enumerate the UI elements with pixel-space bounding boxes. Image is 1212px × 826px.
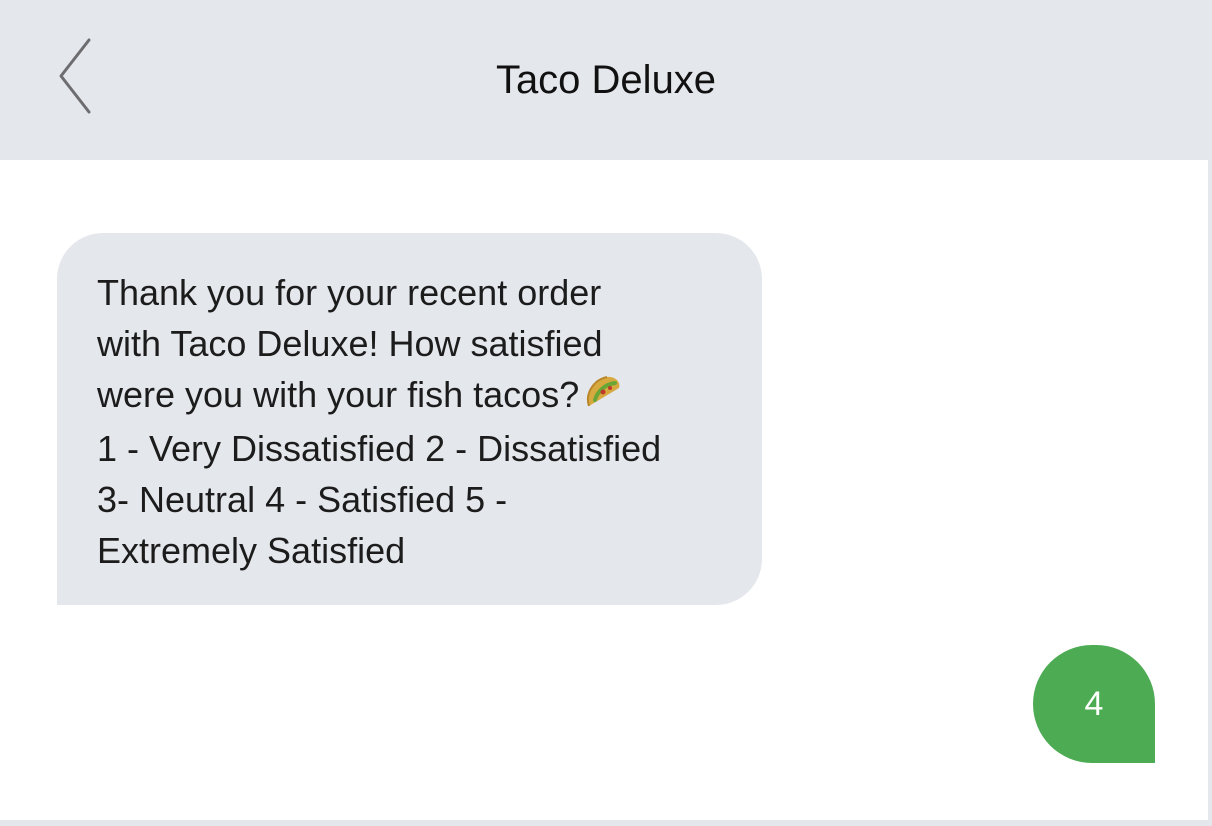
taco-icon	[583, 372, 623, 423]
outgoing-message-text: 4	[1084, 685, 1104, 723]
message-line: Extremely Satisfied	[97, 530, 406, 571]
chevron-left-icon	[55, 34, 95, 123]
outgoing-message-bubble: 4	[1033, 645, 1155, 763]
conversation-title: Taco Deluxe	[495, 58, 717, 102]
message-line: with Taco Deluxe! How satisfied	[97, 323, 603, 364]
message-thread[interactable]: Thank you for your recent order with Tac…	[0, 160, 1208, 820]
message-line: 3- Neutral 4 - Satisfied 5 -	[97, 479, 508, 520]
message-line: 1 - Very Dissatisfied 2 - Dissatisfied	[97, 428, 662, 469]
incoming-message-bubble: Thank you for your recent order with Tac…	[57, 233, 762, 605]
back-button[interactable]	[40, 36, 110, 120]
message-line: Thank you for your recent order	[97, 272, 602, 313]
conversation-header: Taco Deluxe	[0, 0, 1212, 160]
message-line: were you with your fish tacos?	[97, 374, 580, 415]
message-line-with-emoji: were you with your fish tacos?	[97, 369, 742, 423]
